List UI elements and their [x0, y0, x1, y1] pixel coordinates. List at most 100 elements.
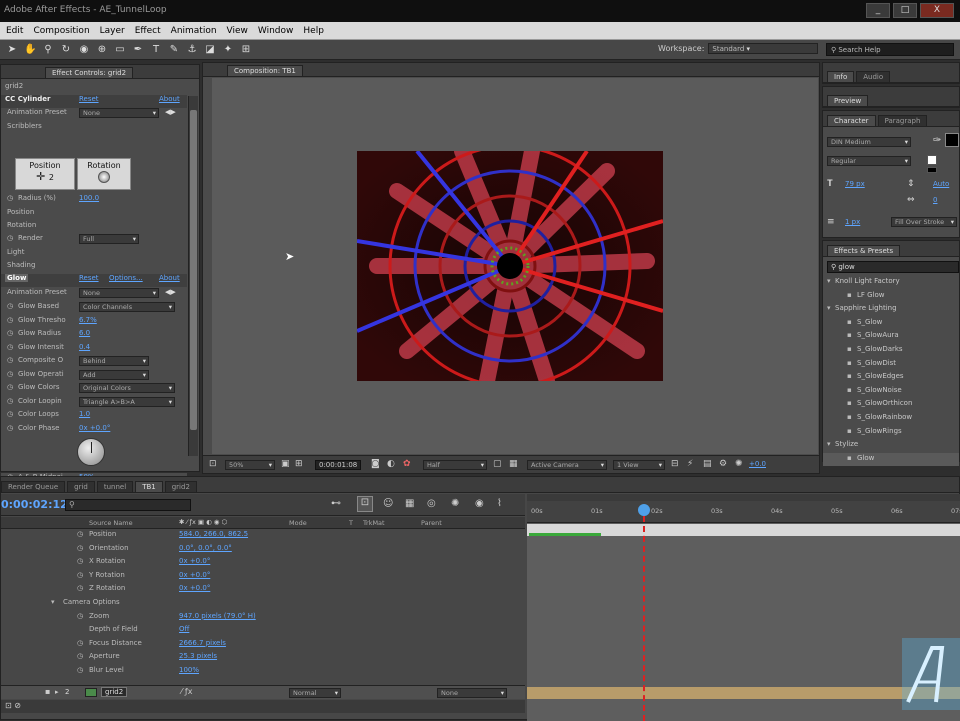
layer-search-input[interactable]: ⚲: [65, 499, 191, 511]
stopwatch-icon[interactable]: ◷: [7, 194, 13, 202]
stopwatch-icon[interactable]: ◷: [7, 343, 13, 351]
channel-icon[interactable]: ✿: [403, 459, 411, 469]
stopwatch-icon[interactable]: ◷: [7, 316, 13, 324]
font-size-value[interactable]: 79 px: [845, 180, 865, 188]
stroke-type-dropdown[interactable]: Fill Over Stroke: [891, 217, 957, 227]
group-expand-icon[interactable]: ▾: [51, 598, 55, 606]
puppet-tool-icon[interactable]: ✦: [222, 44, 234, 56]
cc-animation-preset-dropdown[interactable]: None: [79, 108, 159, 118]
close-button[interactable]: X: [920, 3, 954, 18]
effects-tree-item[interactable]: ▪ S_GlowRings: [823, 426, 959, 439]
effect-cc-cylinder-title[interactable]: CC Cylinder: [5, 95, 50, 103]
hand-tool-icon[interactable]: ✋: [24, 44, 36, 56]
timeline-property-value[interactable]: 0.0°, 0.0°, 0.0°: [179, 544, 232, 552]
stopwatch-icon[interactable]: ◷: [7, 234, 13, 242]
timeline-property-row[interactable]: ◷ Aperture 25.3 pixels: [1, 652, 525, 666]
auto-keyframe-icon[interactable]: ◉: [475, 498, 484, 509]
type-tool-icon[interactable]: T: [150, 44, 162, 56]
clone-stamp-tool-icon[interactable]: ⚓: [186, 44, 198, 56]
menu-view[interactable]: View: [227, 26, 248, 36]
region-of-interest-icon[interactable]: ▢: [493, 459, 502, 469]
timeline-property-value[interactable]: 25.3 pixels: [179, 652, 217, 660]
cc-light-group[interactable]: Light: [7, 248, 24, 256]
stopwatch-icon[interactable]: ◷: [77, 666, 83, 674]
composition-render[interactable]: [357, 151, 663, 381]
effects-tree-item[interactable]: ▪ S_GlowRainbow: [823, 412, 959, 425]
brainstorm-icon[interactable]: ✺: [451, 498, 459, 509]
col-source-name[interactable]: Source Name: [89, 519, 133, 527]
rectangle-tool-icon[interactable]: ▭: [114, 44, 126, 56]
glow-prop-value[interactable]: Triangle A>B>A: [79, 396, 175, 407]
tab-preview[interactable]: Preview: [827, 95, 869, 106]
tab-paragraph[interactable]: Paragraph: [877, 115, 928, 126]
tab-timeline-render-queue[interactable]: Render Queue: [1, 481, 66, 492]
current-time-display[interactable]: 0:00:02:12: [1, 498, 68, 511]
timeline-property-row[interactable]: ◷ Orientation 0.0°, 0.0°, 0.0°: [1, 544, 525, 558]
glow-reset-link[interactable]: Reset: [79, 274, 99, 282]
timeline-property-value[interactable]: 584.0, 266.0, 862.5: [179, 530, 248, 538]
effects-search-input[interactable]: ⚲ glow: [827, 261, 959, 273]
stopwatch-icon[interactable]: ◷: [77, 584, 83, 592]
grid-icon[interactable]: ⊞: [295, 459, 303, 469]
stopwatch-icon[interactable]: ◷: [7, 356, 13, 364]
rotate-tool-icon[interactable]: ↻: [60, 44, 72, 56]
resolution-dropdown[interactable]: Half: [423, 460, 487, 470]
stopwatch-icon[interactable]: ◷: [7, 397, 13, 405]
tab-timeline-grid[interactable]: grid: [67, 481, 95, 492]
effects-tree-item[interactable]: ▾ Knoll Light Factory: [823, 276, 959, 289]
toggle-switches-icon[interactable]: ⊡ ⊘: [5, 701, 21, 710]
camera-tool-icon[interactable]: ◉: [78, 44, 90, 56]
timeline-property-row[interactable]: ◷ Z Rotation 0x +0.0°: [1, 584, 525, 598]
menu-help[interactable]: Help: [303, 26, 324, 36]
tab-effects-presets[interactable]: Effects & Presets: [827, 245, 901, 256]
effects-tree-item[interactable]: ▾ Stylize: [823, 439, 959, 452]
timeline-property-value[interactable]: 0x +0.0°: [179, 557, 210, 565]
search-help-input[interactable]: ⚲ Search Help: [826, 43, 954, 56]
effects-tree-item[interactable]: ▪ S_GlowOrthicon: [823, 398, 959, 411]
axis-mode-icon[interactable]: ⊞: [240, 44, 252, 56]
menu-effect[interactable]: Effect: [135, 26, 161, 36]
stopwatch-icon[interactable]: ◷: [7, 370, 13, 378]
time-graph[interactable]: 00s 01s 02s 03s 04s 05s 06s 07s: [527, 494, 960, 721]
effects-tree-item[interactable]: ▪ S_GlowEdges: [823, 371, 959, 384]
cc-position-group[interactable]: Position: [7, 208, 34, 216]
cc-cylinder-about-link[interactable]: About: [159, 95, 180, 103]
timeline-property-value[interactable]: 947.0 pixels (79.0° H): [179, 612, 256, 620]
stopwatch-icon[interactable]: ◷: [77, 652, 83, 660]
glow-prop-value[interactable]: 6.7%: [79, 316, 97, 324]
color-phase-dial-icon[interactable]: [77, 438, 105, 466]
menu-window[interactable]: Window: [258, 26, 294, 36]
comp-mini-flowchart-icon[interactable]: ⊷: [331, 498, 341, 509]
draft-3d-icon[interactable]: ⊡: [357, 496, 373, 512]
stroke-width-value[interactable]: 1 px: [845, 218, 860, 226]
flowchart-icon[interactable]: ⚙: [719, 459, 727, 469]
timeline-property-row[interactable]: Depth of Field Off: [1, 625, 525, 639]
layer-mode-dropdown[interactable]: Normal: [289, 688, 341, 698]
time-ruler[interactable]: 00s 01s 02s 03s 04s 05s 06s 07s: [527, 501, 960, 523]
exposure-icon[interactable]: ✺: [735, 459, 743, 469]
glow-prop-value[interactable]: 6.0: [79, 329, 90, 337]
timeline-property-value[interactable]: 2666.7 pixels: [179, 639, 226, 647]
timeline-property-row[interactable]: ◷ X Rotation 0x +0.0°: [1, 557, 525, 571]
stopwatch-icon[interactable]: ◷: [7, 410, 13, 418]
col-mode[interactable]: Mode: [289, 519, 307, 527]
timeline-property-value[interactable]: 0x +0.0°: [179, 584, 210, 592]
timeline-property-row[interactable]: ◷ Position 584.0, 266.0, 862.5: [1, 530, 525, 544]
rotation-scribbler[interactable]: Rotation: [77, 158, 131, 190]
graph-editor-icon[interactable]: ⌇: [497, 498, 502, 509]
stopwatch-icon[interactable]: ◷: [7, 302, 13, 310]
glow-prop-value[interactable]: Color Channels: [79, 302, 175, 312]
motion-blur-icon[interactable]: ◎: [427, 498, 436, 509]
cc-cylinder-reset-link[interactable]: Reset: [79, 95, 99, 103]
leading-value[interactable]: Auto: [933, 180, 949, 188]
ram-preview-icon[interactable]: ⊡: [209, 459, 217, 469]
show-snapshot-icon[interactable]: ◐: [387, 459, 395, 469]
selection-tool-icon[interactable]: ➤: [6, 44, 18, 56]
black-swatch[interactable]: [927, 167, 937, 173]
stopwatch-icon[interactable]: ◷: [7, 424, 13, 432]
glow-options-link[interactable]: Options...: [109, 274, 143, 282]
layer-row-grid2[interactable]: ▪ ▸ 2 grid2 ⁄ ƒx Normal None: [1, 685, 525, 699]
current-time-field[interactable]: 0:00:01:08: [315, 460, 362, 470]
tab-timeline-tunnel[interactable]: tunnel: [96, 481, 134, 492]
eyedropper-icon[interactable]: ✑: [933, 135, 941, 146]
